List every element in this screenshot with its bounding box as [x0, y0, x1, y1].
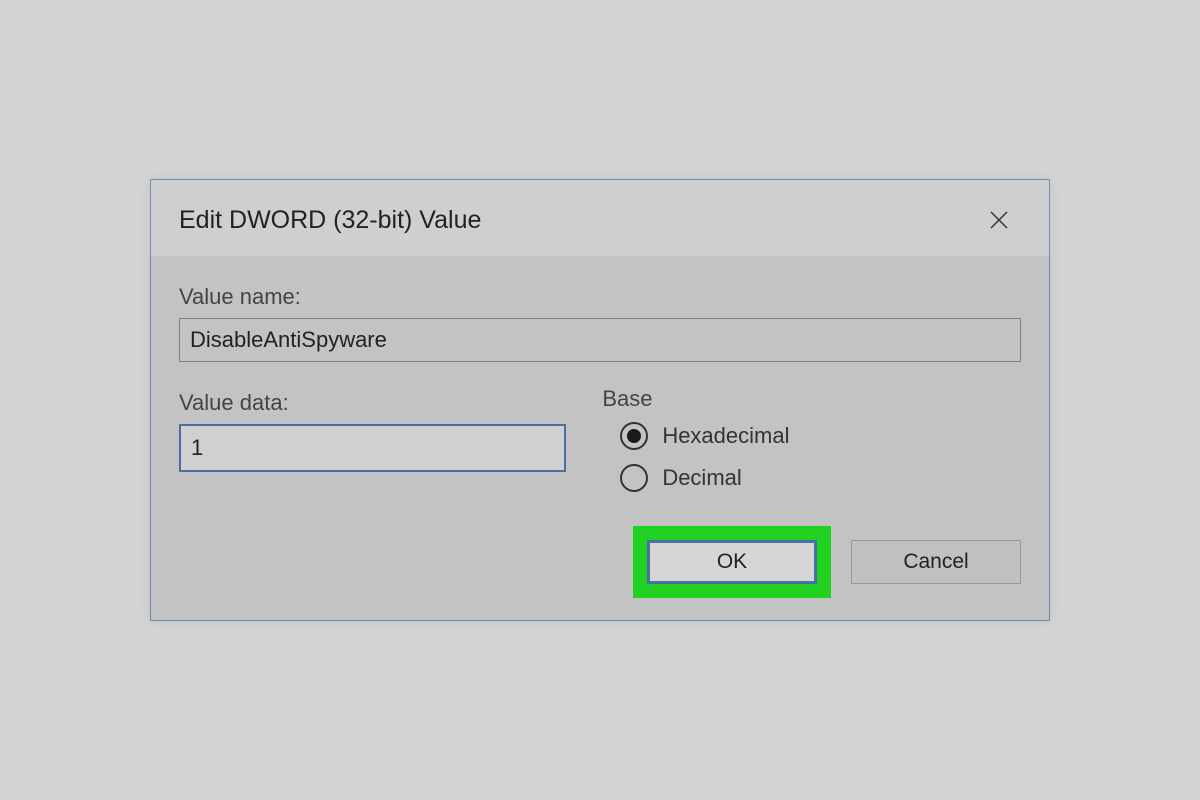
edit-dword-dialog: Edit DWORD (32-bit) Value Value name: Va… [150, 179, 1050, 621]
dialog-title: Edit DWORD (32-bit) Value [179, 206, 481, 235]
radio-hexadecimal-label: Hexadecimal [662, 423, 789, 449]
radio-hexadecimal[interactable]: Hexadecimal [602, 422, 1021, 450]
base-section: Base Hexadecimal Decimal [602, 384, 1021, 506]
value-name-label: Value name: [179, 284, 1021, 310]
base-label: Base [602, 386, 1021, 412]
radio-dot-icon [627, 429, 641, 443]
base-groupbox: Base Hexadecimal Decimal [602, 386, 1021, 492]
value-name-input[interactable] [179, 318, 1021, 362]
close-button[interactable] [977, 198, 1021, 242]
radio-icon [620, 422, 648, 450]
radio-decimal-label: Decimal [662, 465, 741, 491]
value-data-label: Value data: [179, 390, 566, 416]
cancel-button[interactable]: Cancel [851, 540, 1021, 584]
ok-highlight: OK [633, 526, 831, 598]
dialog-content: Value name: Value data: Base Hexadecima [151, 256, 1049, 518]
dialog-button-row: OK Cancel [151, 518, 1049, 620]
ok-button[interactable]: OK [647, 540, 817, 584]
radio-decimal[interactable]: Decimal [602, 464, 1021, 492]
value-data-section: Value data: [179, 390, 566, 506]
lower-row: Value data: Base Hexadecimal [179, 390, 1021, 506]
radio-icon [620, 464, 648, 492]
close-icon [987, 208, 1011, 232]
value-data-input[interactable] [179, 424, 566, 472]
dialog-titlebar: Edit DWORD (32-bit) Value [151, 180, 1049, 256]
